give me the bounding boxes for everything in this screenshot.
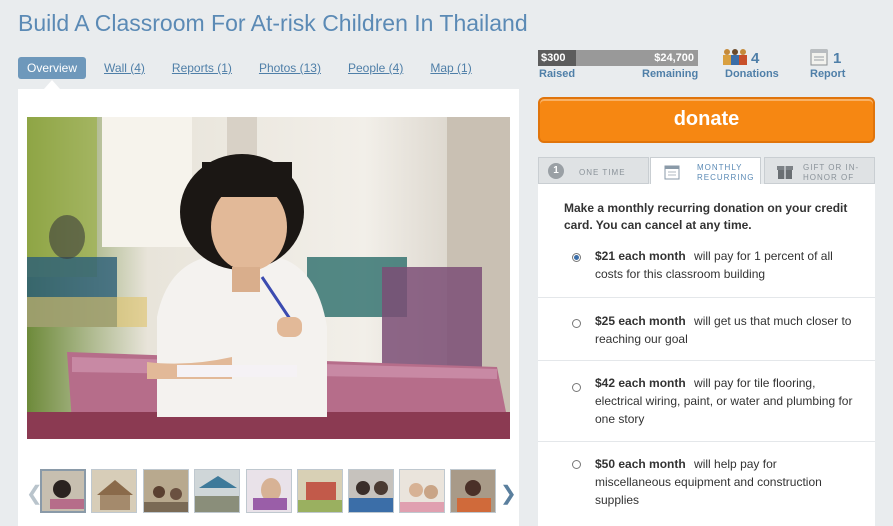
tab-photos[interactable]: Photos (13) [259, 61, 321, 75]
option-amount: $25 each month [595, 314, 686, 328]
tab-monthly-recurring-label: Monthly recurring [697, 163, 755, 182]
tab-reports[interactable]: Reports (1) [172, 61, 232, 75]
option-radio[interactable] [572, 383, 581, 392]
thumbnail[interactable] [450, 469, 496, 513]
option-text: $50 each month will help pay for miscell… [595, 455, 855, 509]
option-text: $21 each month will pay for 1 percent of… [595, 247, 855, 283]
thumbnail[interactable] [399, 469, 445, 513]
step-number-icon: 1 [548, 163, 564, 179]
calendar-icon [664, 164, 680, 182]
thumbnail-strip: ❮ ❯ [18, 467, 519, 517]
raised-amount: $300 [541, 52, 566, 64]
donate-button[interactable]: donate [538, 97, 875, 143]
donation-option[interactable]: $42 each month will pay for tile floorin… [538, 361, 875, 442]
remaining-label: Remaining [642, 68, 699, 80]
reports-label[interactable]: Report [810, 68, 845, 80]
thumbnail[interactable] [348, 469, 394, 513]
tab-people[interactable]: People (4) [348, 61, 403, 75]
tab-map[interactable]: Map (1) [430, 61, 471, 75]
option-radio[interactable] [572, 253, 581, 262]
donation-type-tabs: 1 One time Monthly recurring Gift or in-… [538, 157, 875, 185]
thumbnail[interactable] [194, 469, 240, 513]
photo-panel: ❮ ❯ [18, 89, 519, 526]
donations-label[interactable]: Donations [725, 68, 779, 80]
active-tab-pointer [44, 80, 60, 89]
option-text: $25 each month will get us that much clo… [595, 312, 855, 348]
option-amount: $42 each month [595, 376, 686, 390]
thumbnail[interactable] [40, 469, 86, 513]
donation-option[interactable]: $50 each month will help pay for miscell… [538, 442, 875, 526]
chevron-right-icon[interactable]: ❯ [500, 481, 517, 506]
option-radio[interactable] [572, 460, 581, 469]
funding-progress-bar: $300 $24,700 [538, 50, 698, 66]
tab-monthly-recurring[interactable]: Monthly recurring [650, 157, 761, 185]
option-amount: $21 each month [595, 249, 686, 263]
option-radio[interactable] [572, 319, 581, 328]
main-photo[interactable] [27, 117, 510, 439]
project-tabs: Overview Wall (4) Reports (1) Photos (13… [18, 57, 499, 79]
tab-gift-label: Gift or in-honor of [803, 163, 860, 182]
donation-panel-heading: Make a monthly recurring donation on you… [564, 201, 848, 232]
page-title: Build A Classroom For At-risk Children I… [18, 10, 528, 36]
donations-count: 4 [751, 50, 760, 67]
thumbnail[interactable] [246, 469, 292, 513]
donation-option[interactable]: $21 each month will pay for 1 percent of… [538, 240, 875, 298]
donation-option[interactable]: $25 each month will get us that much clo… [538, 298, 875, 361]
remaining-amount: $24,700 [654, 52, 694, 64]
option-amount: $50 each month [595, 457, 686, 471]
tab-gift[interactable]: Gift or in-honor of [764, 157, 875, 184]
tab-wall[interactable]: Wall (4) [104, 61, 145, 75]
thumbnail[interactable] [143, 469, 189, 513]
raised-label: Raised [539, 68, 576, 80]
gift-icon [776, 163, 794, 182]
tab-one-time-label: One time [579, 168, 626, 177]
tab-one-time[interactable]: 1 One time [538, 157, 649, 184]
tab-overview[interactable]: Overview [18, 57, 87, 79]
donation-panel: Make a monthly recurring donation on you… [538, 184, 875, 526]
reports-count: 1 [833, 50, 842, 67]
option-text: $42 each month will pay for tile floorin… [595, 374, 855, 428]
thumbnail[interactable] [91, 469, 137, 513]
thumbnail[interactable] [297, 469, 343, 513]
